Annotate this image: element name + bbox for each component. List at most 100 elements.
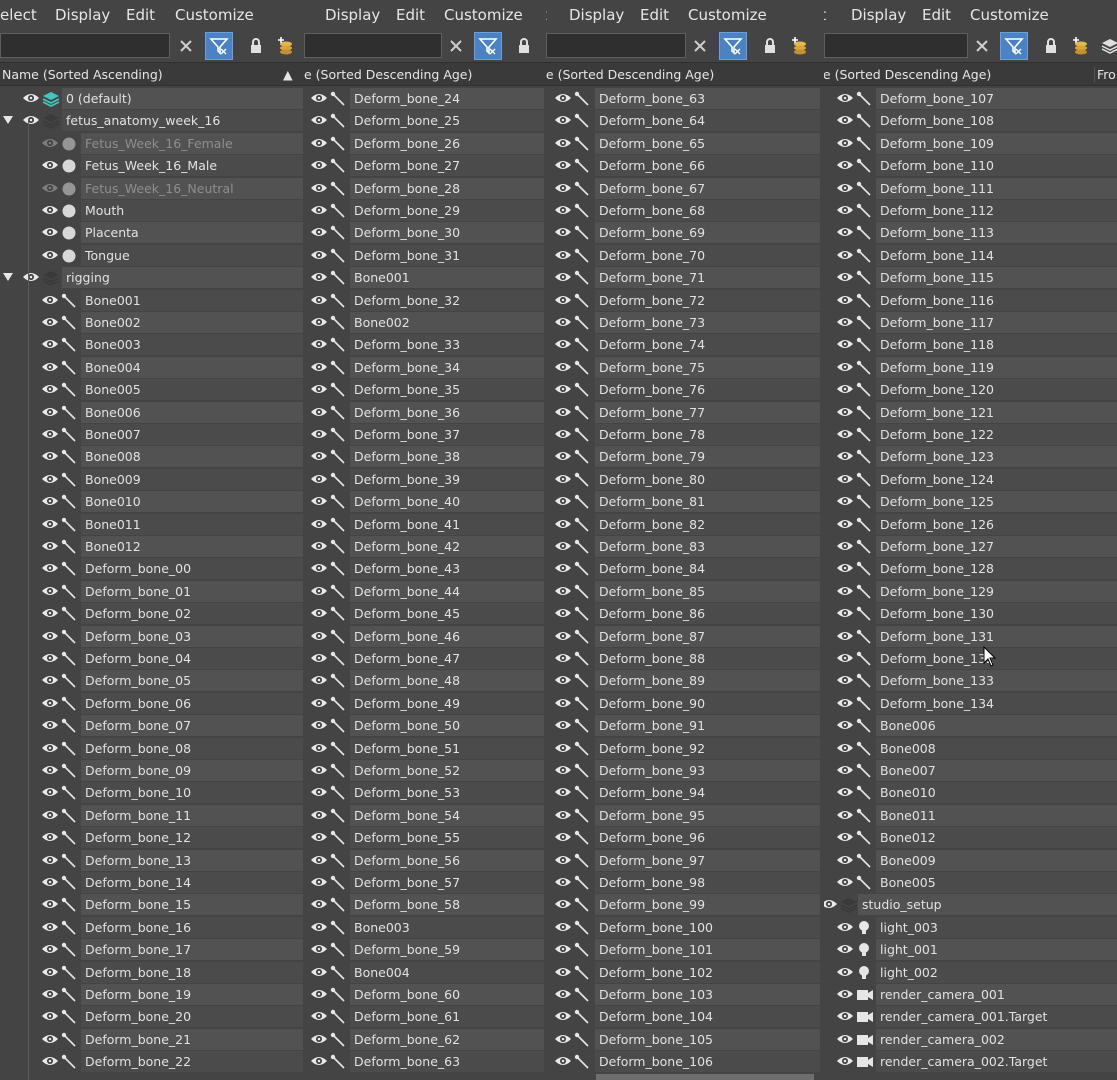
visibility-eye-icon[interactable]	[836, 1032, 854, 1048]
visibility-eye-icon[interactable]	[310, 225, 328, 241]
visibility-eye-icon[interactable]	[41, 203, 59, 219]
visibility-eye-icon[interactable]	[41, 718, 59, 734]
list-item[interactable]: Deform_bone_66	[546, 155, 824, 177]
tree-item[interactable]: Deform_bone_11	[0, 804, 304, 827]
list-item[interactable]: Deform_bone_46	[304, 625, 546, 648]
visibility-eye-icon[interactable]	[310, 897, 328, 913]
name-cell[interactable]: Deform_bone_129	[876, 580, 1117, 602]
visibility-eye-icon[interactable]	[554, 136, 572, 152]
visibility-eye-icon[interactable]	[836, 113, 854, 129]
name-cell[interactable]: Deform_bone_77	[595, 401, 820, 423]
visibility-eye-icon[interactable]	[554, 113, 572, 129]
tree-item[interactable]: Deform_bone_18	[0, 961, 304, 984]
name-cell[interactable]: Fetus_Week_16_Male	[81, 155, 303, 177]
visibility-eye-icon[interactable]	[310, 808, 328, 824]
visibility-eye-icon[interactable]	[836, 718, 854, 734]
list-item[interactable]: Deform_bone_54	[304, 804, 546, 827]
name-cell[interactable]: Deform_bone_44	[350, 580, 544, 602]
visibility-eye-icon[interactable]	[836, 539, 854, 555]
visibility-eye-icon[interactable]	[836, 248, 854, 264]
name-cell[interactable]: rigging	[62, 267, 303, 289]
list-item[interactable]: Deform_bone_89	[546, 670, 824, 692]
list-item[interactable]: Bone002	[304, 312, 546, 334]
list-item[interactable]: Deform_bone_63	[304, 1051, 546, 1073]
list-item[interactable]: Deform_bone_69	[546, 222, 824, 244]
list-item[interactable]: Deform_bone_118	[824, 334, 1117, 356]
name-cell[interactable]: Deform_bone_84	[595, 558, 820, 580]
name-cell[interactable]: Deform_bone_16	[81, 916, 303, 938]
list-item[interactable]: Deform_bone_111	[824, 177, 1117, 200]
list-item[interactable]: Deform_bone_40	[304, 491, 546, 513]
tree-item[interactable]: Deform_bone_08	[0, 737, 304, 760]
name-cell[interactable]: Deform_bone_68	[595, 200, 820, 221]
visibility-eye-icon[interactable]	[41, 494, 59, 510]
visibility-eye-icon[interactable]	[836, 517, 854, 533]
tree-item[interactable]: Deform_bone_21	[0, 1028, 304, 1051]
visibility-eye-icon[interactable]	[554, 763, 572, 779]
list-item[interactable]: Deform_bone_83	[546, 536, 824, 558]
name-cell[interactable]: Deform_bone_24	[350, 88, 544, 109]
visibility-eye-icon[interactable]	[310, 606, 328, 622]
visibility-eye-icon[interactable]	[310, 629, 328, 645]
visibility-eye-icon[interactable]	[554, 181, 572, 197]
list-item[interactable]: Deform_bone_94	[546, 782, 824, 804]
name-cell[interactable]: Placenta	[81, 222, 303, 244]
list-item[interactable]: Deform_bone_49	[304, 692, 546, 715]
name-cell[interactable]: Deform_bone_14	[81, 872, 303, 893]
visibility-eye-icon[interactable]	[310, 427, 328, 443]
visibility-eye-icon[interactable]	[836, 584, 854, 600]
column-header[interactable]: ne (Sorted Descending Age) Fro	[824, 62, 1117, 86]
tree-item[interactable]: Bone004	[0, 356, 304, 379]
visibility-eye-icon[interactable]	[836, 830, 854, 846]
visibility-eye-icon[interactable]	[310, 584, 328, 600]
name-cell[interactable]: Deform_bone_93	[595, 760, 820, 781]
add-layer-icon[interactable]	[272, 32, 300, 60]
visibility-eye-icon[interactable]	[41, 897, 59, 913]
name-cell[interactable]: Deform_bone_33	[350, 334, 544, 356]
name-cell[interactable]: Deform_bone_94	[595, 782, 820, 804]
name-cell[interactable]: Deform_bone_35	[350, 379, 544, 401]
visibility-eye-icon[interactable]	[554, 785, 572, 801]
tree-item[interactable]: Deform_bone_00	[0, 558, 304, 580]
visibility-eye-icon[interactable]	[310, 741, 328, 757]
tree-item[interactable]: Deform_bone_16	[0, 916, 304, 939]
list-item[interactable]: Deform_bone_129	[824, 580, 1117, 603]
clear-search-icon[interactable]	[686, 32, 714, 60]
visibility-eye-icon[interactable]	[41, 158, 59, 174]
tree-item[interactable]: Deform_bone_20	[0, 1006, 304, 1028]
visibility-eye-icon[interactable]	[310, 1032, 328, 1048]
visibility-eye-icon[interactable]	[41, 942, 59, 958]
visibility-eye-icon[interactable]	[41, 136, 59, 152]
list-item[interactable]: Deform_bone_117	[824, 312, 1117, 334]
name-cell[interactable]: Deform_bone_12	[81, 827, 303, 849]
visibility-eye-icon[interactable]	[554, 673, 572, 689]
visibility-eye-icon[interactable]	[41, 561, 59, 577]
name-cell[interactable]: render_camera_002	[876, 1028, 1117, 1050]
name-cell[interactable]: Bone004	[81, 356, 303, 378]
tree-item[interactable]: Deform_bone_22	[0, 1051, 304, 1073]
list-item[interactable]: Deform_bone_58	[304, 894, 546, 916]
visibility-eye-icon[interactable]	[836, 270, 854, 286]
visibility-eye-icon[interactable]	[41, 696, 59, 712]
visibility-eye-icon[interactable]	[836, 942, 854, 958]
name-cell[interactable]: Mouth	[81, 200, 303, 221]
list-item[interactable]: Deform_bone_106	[546, 1051, 824, 1073]
visibility-eye-icon[interactable]	[836, 293, 854, 309]
name-cell[interactable]: render_camera_002.Target	[876, 1051, 1117, 1073]
list-item[interactable]: Deform_bone_114	[824, 244, 1117, 267]
visibility-eye-icon[interactable]	[310, 853, 328, 869]
column-header[interactable]: Name (Sorted Ascending) ▲	[0, 62, 304, 86]
name-cell[interactable]: Deform_bone_03	[81, 625, 303, 647]
name-cell[interactable]: Deform_bone_69	[595, 222, 820, 244]
name-cell[interactable]: Bone005	[81, 379, 303, 401]
name-cell[interactable]: Deform_bone_99	[595, 894, 820, 916]
name-cell[interactable]: Deform_bone_107	[876, 88, 1117, 109]
visibility-eye-icon[interactable]	[41, 293, 59, 309]
tree-item[interactable]: Deform_bone_13	[0, 849, 304, 872]
name-cell[interactable]: Deform_bone_05	[81, 670, 303, 692]
list-item[interactable]: Deform_bone_70	[546, 244, 824, 267]
visibility-eye-icon[interactable]	[41, 517, 59, 533]
list-item[interactable]: Deform_bone_53	[304, 782, 546, 804]
visibility-eye-icon[interactable]	[41, 1009, 59, 1025]
tree-item[interactable]: Deform_bone_09	[0, 760, 304, 782]
